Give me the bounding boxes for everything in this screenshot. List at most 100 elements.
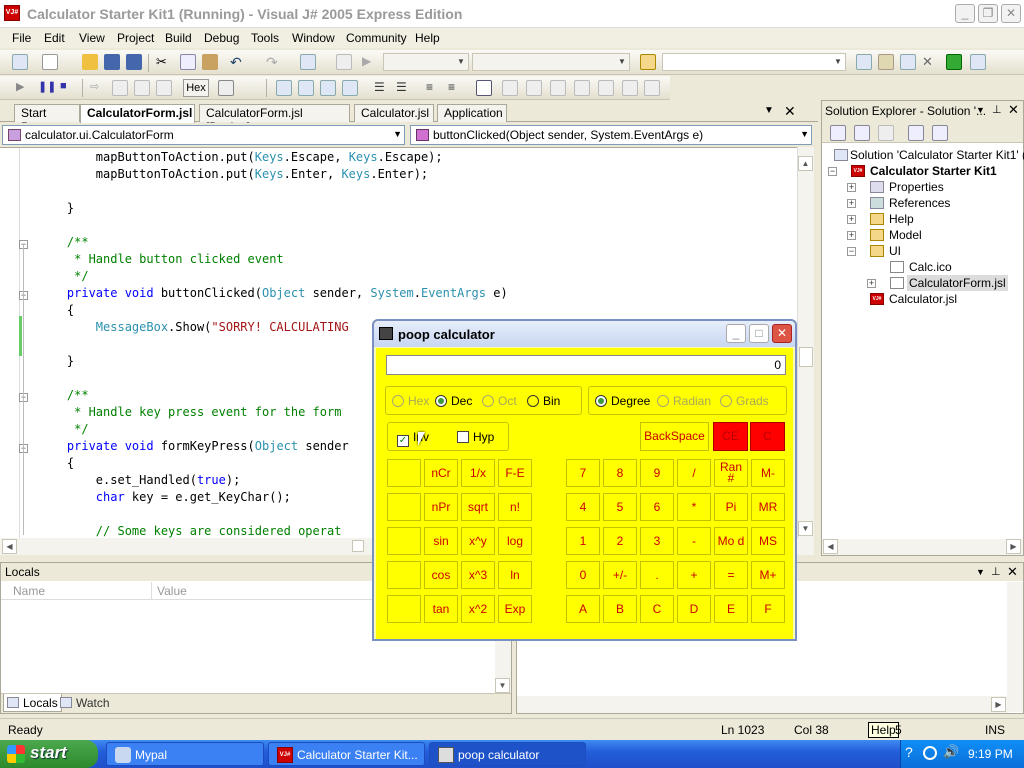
window-position-icon[interactable]: ▼ bbox=[976, 567, 985, 577]
tree-item-model[interactable]: Model bbox=[889, 227, 922, 243]
step-over-icon[interactable] bbox=[134, 80, 150, 96]
toolbox-icon[interactable]: ✕ bbox=[922, 54, 938, 70]
toggle-bookmark-icon[interactable] bbox=[476, 80, 492, 96]
close-document-icon[interactable]: ✕ bbox=[784, 103, 796, 120]
num-button[interactable]: . bbox=[640, 561, 674, 589]
sci-button[interactable]: cos bbox=[424, 561, 458, 589]
taskbar-item-mypal[interactable]: Mypal bbox=[106, 742, 264, 766]
num-button[interactable]: B bbox=[603, 595, 637, 623]
save-all-icon[interactable] bbox=[126, 54, 142, 70]
show-next-statement-icon[interactable]: ⇨ bbox=[90, 80, 106, 96]
scroll-right-icon[interactable]: ▶ bbox=[991, 697, 1006, 712]
uncomment-lines-icon[interactable]: ≡ bbox=[448, 80, 464, 96]
sci-button[interactable] bbox=[387, 595, 421, 623]
minimize-icon[interactable]: _ bbox=[726, 324, 746, 343]
num-button[interactable]: 6 bbox=[640, 493, 674, 521]
tree-item-references[interactable]: References bbox=[889, 195, 950, 211]
active-files-icon[interactable]: ▼ bbox=[764, 105, 774, 116]
solution-explorer-icon[interactable] bbox=[856, 54, 872, 70]
menu-build[interactable]: Build bbox=[165, 31, 192, 45]
scroll-down-icon[interactable]: ▼ bbox=[495, 678, 510, 693]
scroll-right-icon[interactable]: ▶ bbox=[1006, 539, 1021, 554]
auto-hide-pin-icon[interactable]: ⊥ bbox=[991, 565, 1001, 578]
continue-icon[interactable]: ▶ bbox=[16, 80, 32, 96]
tab-watch[interactable]: Watch bbox=[57, 694, 113, 712]
add-item-icon[interactable] bbox=[42, 54, 58, 70]
help-tray-icon[interactable]: ? bbox=[905, 744, 913, 760]
hex-display-toggle[interactable]: Hex bbox=[183, 79, 209, 97]
window-title-bar[interactable]: VJ# Calculator Starter Kit1 (Running) - … bbox=[0, 0, 1024, 28]
view-code-icon[interactable] bbox=[908, 125, 924, 141]
menu-project[interactable]: Project bbox=[117, 31, 154, 45]
sci-button[interactable]: x^2 bbox=[461, 595, 495, 623]
step-out-icon[interactable] bbox=[156, 80, 172, 96]
scroll-left-icon[interactable]: ◀ bbox=[2, 539, 17, 554]
output-horizontal-scrollbar[interactable]: ▶ bbox=[517, 696, 1007, 713]
undo-icon[interactable]: ↶ bbox=[230, 54, 246, 70]
tab-calculator-jsl[interactable]: Calculator.jsl bbox=[354, 104, 434, 122]
tree-project[interactable]: Calculator Starter Kit1 bbox=[870, 163, 997, 179]
tree-item-calculatorform[interactable]: CalculatorForm.jsl bbox=[907, 275, 1008, 291]
num-button[interactable]: F bbox=[751, 595, 785, 623]
num-button[interactable]: 2 bbox=[603, 527, 637, 555]
checkbox-hyp[interactable]: Hyp bbox=[457, 430, 494, 444]
scroll-down-icon[interactable]: ▼ bbox=[798, 521, 813, 536]
menu-debug[interactable]: Debug bbox=[204, 31, 239, 45]
radio-radian[interactable]: Radian bbox=[657, 394, 711, 408]
tree-horizontal-scrollbar[interactable]: ◀ ▶ bbox=[822, 539, 1023, 555]
copy-icon[interactable] bbox=[180, 54, 196, 70]
num-button[interactable]: 1 bbox=[566, 527, 600, 555]
num-button[interactable]: - bbox=[677, 527, 711, 555]
num-button[interactable]: 9 bbox=[640, 459, 674, 487]
sci-button[interactable]: sin bbox=[424, 527, 458, 555]
command-window-icon[interactable] bbox=[970, 54, 986, 70]
num-button[interactable]: + bbox=[677, 561, 711, 589]
num-button[interactable]: C bbox=[640, 595, 674, 623]
find-combo[interactable]: ▼ bbox=[662, 53, 846, 71]
toolbar-options-icon[interactable] bbox=[644, 80, 660, 96]
scroll-up-icon[interactable]: ▲ bbox=[798, 156, 813, 171]
next-bookmark-icon[interactable] bbox=[526, 80, 542, 96]
paste-icon[interactable] bbox=[202, 54, 218, 70]
backspace-button[interactable]: BackSpace bbox=[640, 422, 709, 451]
num-button[interactable]: E bbox=[714, 595, 748, 623]
sci-button[interactable]: x^3 bbox=[461, 561, 495, 589]
clear-entry-button[interactable]: CE bbox=[713, 422, 748, 451]
tree-expand-icon[interactable]: + bbox=[847, 199, 856, 208]
step-into-icon[interactable] bbox=[112, 80, 128, 96]
menu-window[interactable]: Window bbox=[292, 31, 335, 45]
radio-hex[interactable]: Hex bbox=[392, 394, 429, 408]
tab-start-page[interactable]: Start Page bbox=[14, 104, 80, 134]
num-button[interactable]: * bbox=[677, 493, 711, 521]
tree-expand-icon[interactable]: + bbox=[847, 231, 856, 240]
tab-calculatorform-design[interactable]: CalculatorForm.jsl [Design] bbox=[199, 104, 350, 134]
solution-config-combo[interactable]: ▼ bbox=[383, 53, 469, 71]
sci-button[interactable]: x^y bbox=[461, 527, 495, 555]
num-button[interactable]: 8 bbox=[603, 459, 637, 487]
parameter-info-icon[interactable] bbox=[298, 80, 314, 96]
refresh-icon[interactable] bbox=[878, 125, 894, 141]
tree-expand-icon[interactable]: + bbox=[867, 279, 876, 288]
col-value[interactable]: Value bbox=[157, 584, 187, 598]
prev-bookmark-icon[interactable] bbox=[502, 80, 518, 96]
col-name[interactable]: Name bbox=[13, 584, 45, 598]
window-position-icon[interactable]: ▼ bbox=[976, 105, 985, 115]
display-object-members-icon[interactable] bbox=[276, 80, 292, 96]
tree-item-help[interactable]: Help bbox=[889, 211, 914, 227]
tree-expand-icon[interactable]: + bbox=[847, 183, 856, 192]
tree-collapse-icon[interactable]: − bbox=[828, 167, 837, 176]
object-browser-icon[interactable] bbox=[900, 54, 916, 70]
close-icon[interactable]: ✕ bbox=[1001, 4, 1021, 23]
num-button[interactable]: MR bbox=[751, 493, 785, 521]
taskbar-item-calculator[interactable]: poop calculator bbox=[429, 742, 586, 766]
tab-calculatorform-jsl[interactable]: CalculatorForm.jsl bbox=[80, 104, 195, 123]
open-file-icon[interactable] bbox=[82, 54, 98, 70]
sci-button[interactable] bbox=[387, 493, 421, 521]
num-button[interactable]: +/- bbox=[603, 561, 637, 589]
tree-item-properties[interactable]: Properties bbox=[889, 179, 944, 195]
decrease-indent-icon[interactable]: ☰ bbox=[374, 80, 390, 96]
auto-hide-pin-icon[interactable]: ⊥ bbox=[992, 103, 1002, 116]
editor-vertical-scrollbar[interactable]: ▲ ▼ bbox=[797, 147, 814, 538]
menu-community[interactable]: Community bbox=[346, 31, 407, 45]
num-button[interactable]: 0 bbox=[566, 561, 600, 589]
